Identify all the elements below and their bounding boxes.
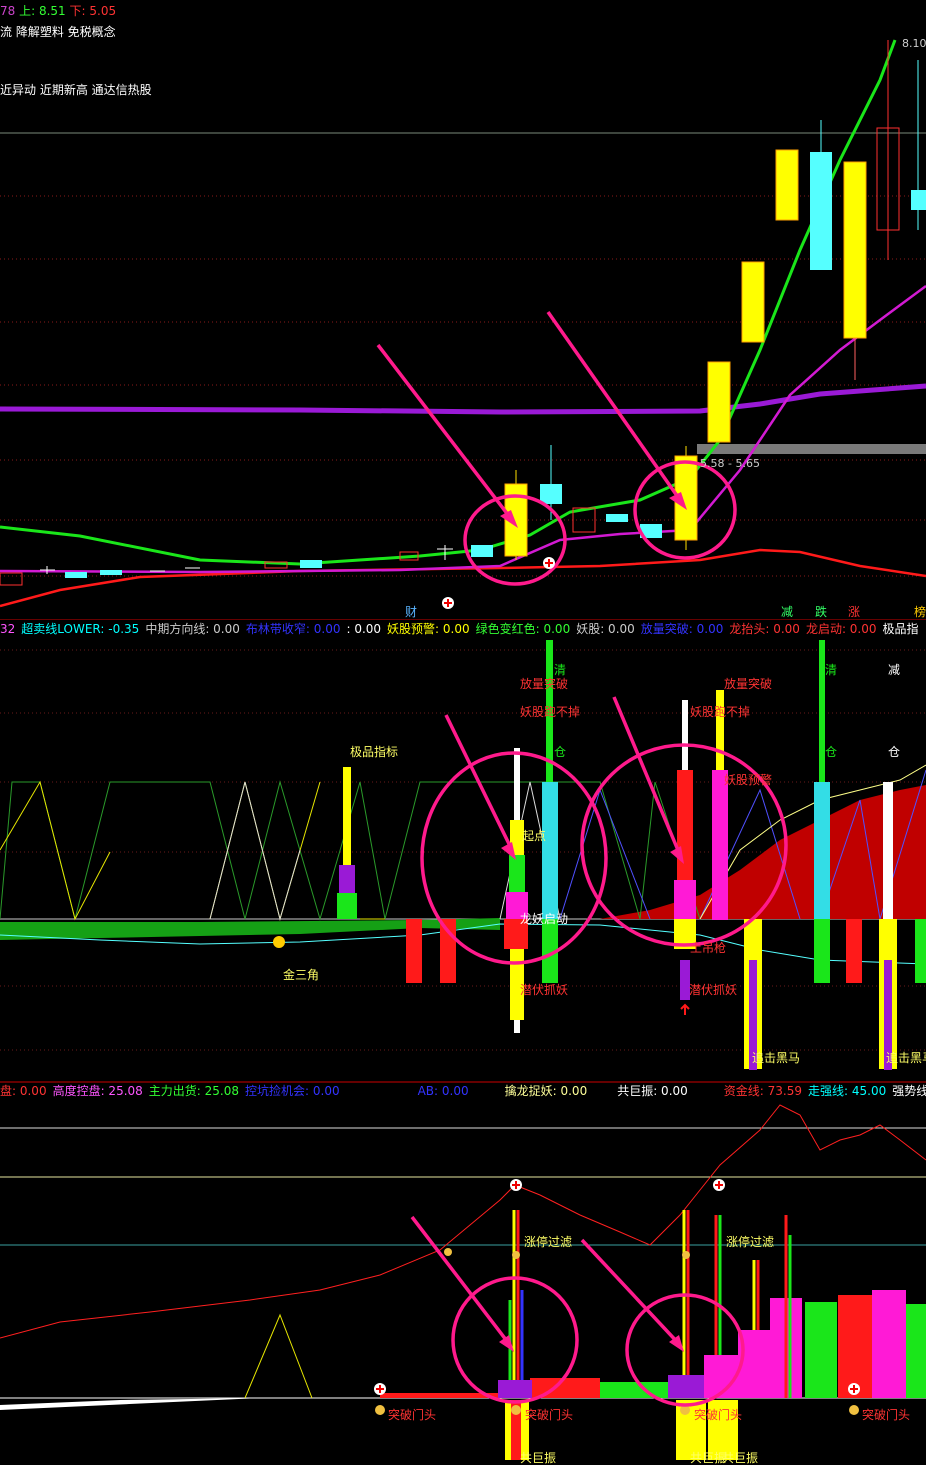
label-gongju-1: 共巨振 <box>520 1451 557 1465</box>
mid-ind-4: : 0.00 <box>346 622 382 636</box>
bottom-indicator-strip: 盘: 0.00 高度控盘: 25.08 主力出货: 25.08 控坑捡机会: 0.00… <box>0 1084 926 1098</box>
plus-icon <box>848 1383 860 1395</box>
label-tupo-2: 突破门头 <box>525 1408 574 1422</box>
bot-ind-5: 擒龙捉妖: 0.00 <box>504 1084 588 1098</box>
mid-ind-11: 极品指 <box>882 622 919 636</box>
money-bag-icon <box>512 1251 520 1259</box>
label-qing-2: 清 <box>825 663 838 677</box>
mid-ind-6: 绿色变红色: 0.00 <box>475 622 571 636</box>
label-zhangting-1: 涨停过滤 <box>524 1235 573 1249</box>
label-jinsanjiao: 金三角 <box>283 968 320 982</box>
label-qing-1: 清 <box>554 663 567 677</box>
label-yaogu-1: 妖股跑不掉 <box>520 705 581 719</box>
bot-ind-2: 主力出货: 25.08 <box>148 1084 240 1098</box>
bot-ind-7: 资金线: 73.59 <box>723 1084 802 1098</box>
label-fangliang-1: 放量突破 <box>520 677 569 691</box>
money-bag-icon <box>680 1405 690 1415</box>
marker-die: 跌 <box>815 605 828 619</box>
label-cang-1: 仓 <box>554 745 567 759</box>
money-bag-icon <box>375 1405 385 1415</box>
marker-jian: 减 <box>781 605 794 619</box>
money-bag-icon <box>511 1405 521 1415</box>
price-range-band <box>697 444 926 454</box>
money-bag-icon <box>849 1405 859 1415</box>
concept-tags-1: 流 降解塑料 免税概念 <box>0 25 116 39</box>
mid-ind-0: 32 <box>0 622 16 636</box>
bot-ind-0: 盘: 0.00 <box>0 1084 47 1098</box>
bot-ind-9: 强势线: <box>892 1084 926 1098</box>
mid-indicator-strip: 32 超卖线LOWER: -0.35 中期方向线: 0.00 布林带收窄: 0.00:… <box>0 622 925 636</box>
marker-zhang: 涨 <box>848 605 861 619</box>
high-price-label: 8.10 <box>902 37 926 50</box>
label-zhuiji-2: 追击黑马 <box>886 1051 926 1065</box>
bot-ind-8: 走强线: 45.00 <box>808 1084 887 1098</box>
label-tupo-3: 突破门头 <box>694 1408 743 1422</box>
label-fangliang-2: 放量突破 <box>724 677 773 691</box>
mid-ind-5: 妖股预警: 0.00 <box>387 622 470 636</box>
label-yaogu-2: 妖股跑不掉 <box>690 705 751 719</box>
label-longyao: 龙妖启动 <box>520 912 569 926</box>
label-qianfu-2: 潜伏抓妖 <box>689 983 738 997</box>
label-qidian: 起点 <box>522 829 547 843</box>
marker-cai: 财 <box>405 605 418 619</box>
bot-ind-4: AB: 0.00 <box>417 1084 469 1098</box>
label-cang-2: 仓 <box>825 745 838 759</box>
money-bag-icon <box>444 1248 452 1256</box>
label-zhangting-2: 涨停过滤 <box>726 1235 775 1249</box>
label-jian: 减 <box>888 663 901 677</box>
price-prefix: 78 <box>0 4 16 18</box>
label-tudi: 土吊枪 <box>690 941 727 955</box>
price-info: 78 上: 8.51 下: 5.05 <box>0 4 116 18</box>
label-qianfu-1: 潜伏抓妖 <box>520 983 569 997</box>
mid-ind-9: 龙抬头: 0.00 <box>729 622 800 636</box>
mid-ind-7: 妖股: 0.00 <box>576 622 635 636</box>
label-yaogu-yujing: 妖股预警 <box>724 773 773 787</box>
label-jipin: 极品指标 <box>350 745 399 759</box>
ma-magenta <box>0 284 926 574</box>
upper-price: 上: 8.51 <box>19 4 66 18</box>
lower-price: 下: 5.05 <box>69 4 117 18</box>
plus-icon <box>510 1179 522 1191</box>
plus-icon <box>374 1383 386 1395</box>
mid-ind-1: 超卖线LOWER: -0.35 <box>21 622 140 636</box>
concept-tags-2: 近异动 近期新高 通达信热股 <box>0 83 152 97</box>
label-zhuiji-1: 追击黑马 <box>752 1051 801 1065</box>
bot-ind-6: 共巨振: 0.00 <box>617 1084 688 1098</box>
plus-icon <box>713 1179 725 1191</box>
label-tupo-4: 突破门头 <box>862 1408 911 1422</box>
ma-red <box>0 548 926 608</box>
bot-ind-3: 控坑捡机会: 0.00 <box>245 1084 340 1098</box>
label-gongju-2: 共巨振 <box>690 1451 727 1465</box>
label-tupo-1: 突破门头 <box>388 1408 437 1422</box>
smiley-icon <box>273 936 285 948</box>
money-bag-icon <box>682 1251 690 1259</box>
mid-ind-10: 龙启动: 0.00 <box>805 622 877 636</box>
label-gongju-3: 共巨振 <box>722 1451 759 1465</box>
label-cang-3: 仓 <box>888 745 901 759</box>
bot-ind-1: 高度控盘: 25.08 <box>52 1084 143 1098</box>
mid-ind-3: 布林带收窄: 0.00 <box>245 622 341 636</box>
range-label: 5.58 - 5.65 <box>700 457 760 470</box>
mid-ind-8: 放量突破: 0.00 <box>640 622 724 636</box>
marker-bang: 榜 <box>914 605 926 619</box>
mid-ind-2: 中期方向线: 0.00 <box>145 622 240 636</box>
